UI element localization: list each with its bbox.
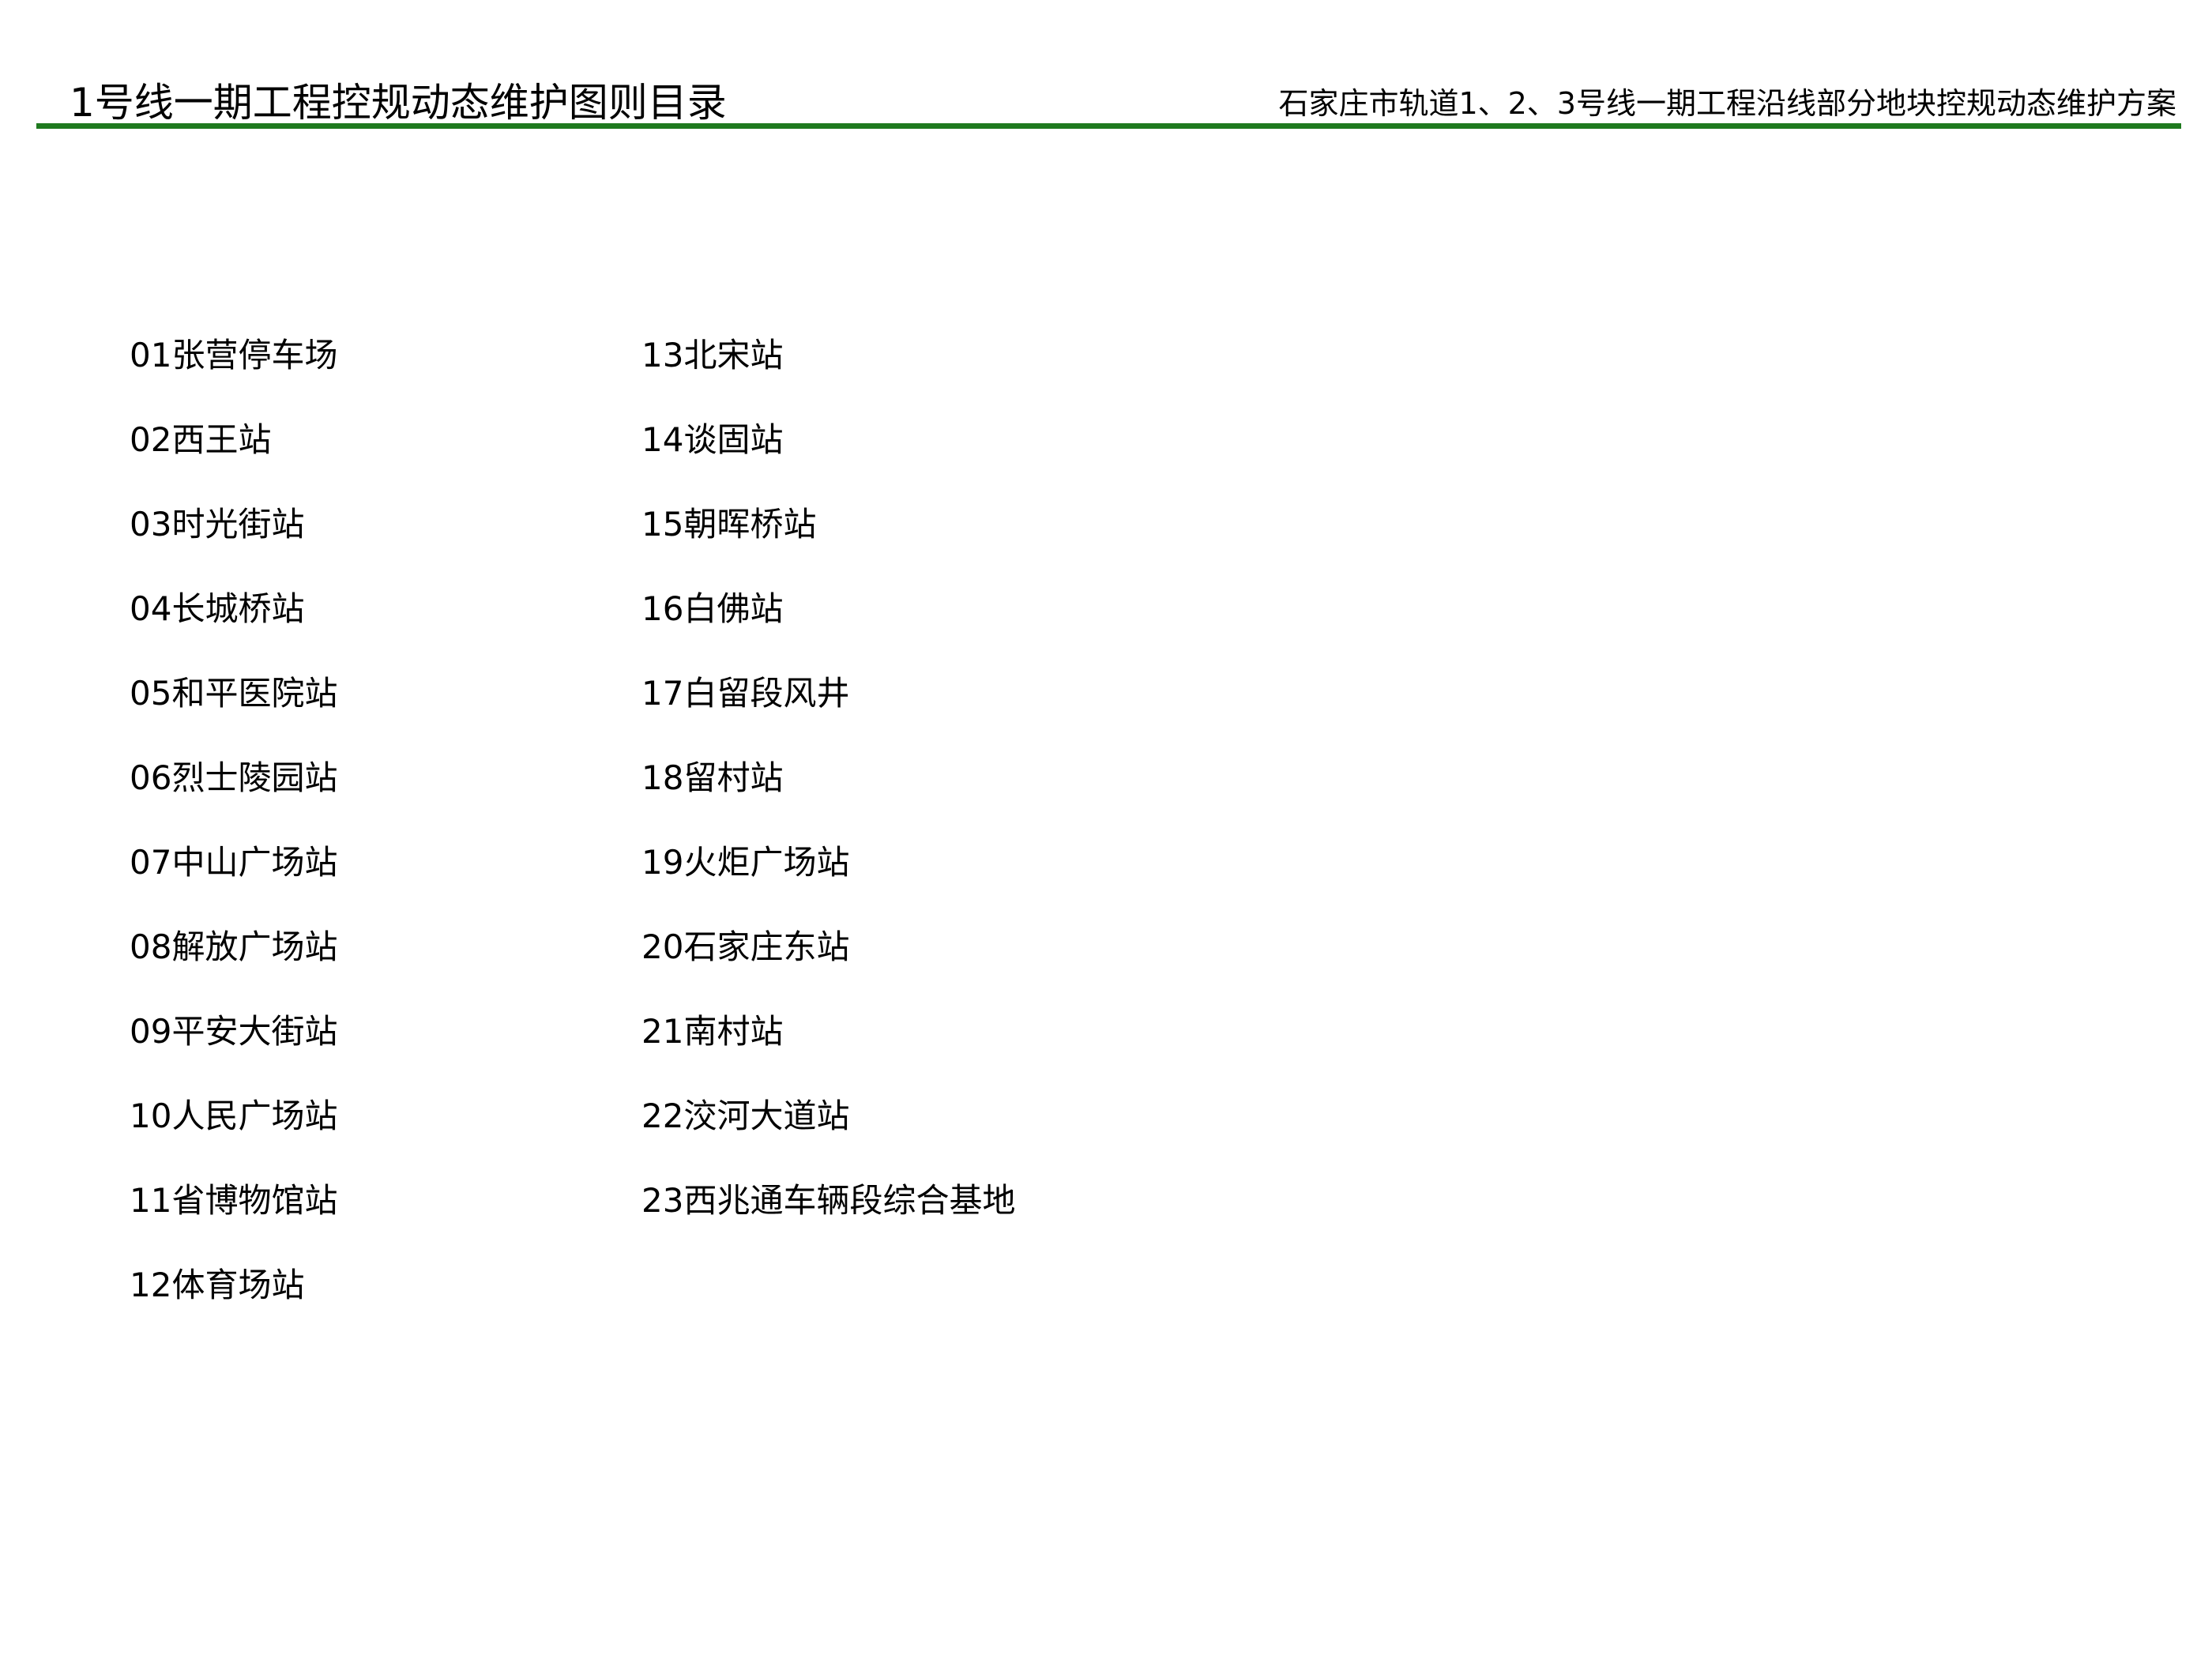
page-title: 1号线一期工程控规动态维护图则目录 <box>70 80 727 126</box>
toc-item[interactable]: 17白留段风井 <box>641 670 1015 754</box>
toc-item[interactable]: 02西王站 <box>130 416 337 501</box>
toc-column-1: 01张营停车场 02西王站 03时光街站 04长城桥站 05和平医院站 06烈士… <box>130 332 337 1346</box>
toc-item[interactable]: 11省博物馆站 <box>130 1177 337 1262</box>
toc-item[interactable]: 06烈士陵园站 <box>130 754 337 839</box>
toc-column-2: 13北宋站 14谈固站 15朝晖桥站 16白佛站 17白留段风井 18留村站 1… <box>641 332 1015 1262</box>
toc-item[interactable]: 10人民广场站 <box>130 1093 337 1177</box>
toc-item[interactable]: 12体育场站 <box>130 1262 337 1346</box>
toc-item[interactable]: 01张营停车场 <box>130 332 337 416</box>
header-divider <box>36 123 2181 129</box>
page-header: 1号线一期工程控规动态维护图则目录 石家庄市轨道1、2、3号线一期工程沿线部分地… <box>36 71 2181 130</box>
toc-item[interactable]: 07中山广场站 <box>130 839 337 924</box>
toc-item[interactable]: 16白佛站 <box>641 585 1015 670</box>
toc-item[interactable]: 03时光街站 <box>130 501 337 585</box>
document-title: 石家庄市轨道1、2、3号线一期工程沿线部分地块控规动态维护方案 <box>1278 86 2176 121</box>
toc-item[interactable]: 04长城桥站 <box>130 585 337 670</box>
toc-item[interactable]: 05和平医院站 <box>130 670 337 754</box>
toc-item[interactable]: 19火炬广场站 <box>641 839 1015 924</box>
toc-item[interactable]: 15朝晖桥站 <box>641 501 1015 585</box>
toc-item[interactable]: 08解放广场站 <box>130 924 337 1008</box>
toc-item[interactable]: 14谈固站 <box>641 416 1015 501</box>
toc-item[interactable]: 20石家庄东站 <box>641 924 1015 1008</box>
toc-item[interactable]: 23西兆通车辆段综合基地 <box>641 1177 1015 1262</box>
toc-item[interactable]: 18留村站 <box>641 754 1015 839</box>
toc-item[interactable]: 13北宋站 <box>641 332 1015 416</box>
toc-item[interactable]: 21南村站 <box>641 1008 1015 1093</box>
toc-item[interactable]: 22洨河大道站 <box>641 1093 1015 1177</box>
toc-item[interactable]: 09平安大街站 <box>130 1008 337 1093</box>
